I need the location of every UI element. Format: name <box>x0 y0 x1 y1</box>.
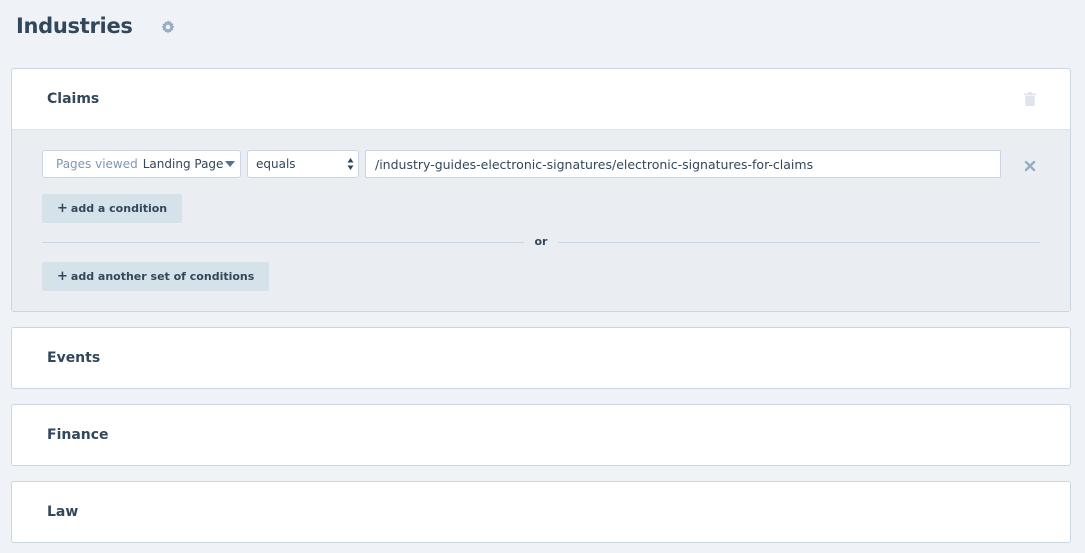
group-card-law: Law <box>11 481 1071 543</box>
plus-icon: + <box>57 201 68 216</box>
group-header-events[interactable]: Events <box>12 328 1070 388</box>
plus-icon: + <box>57 269 68 284</box>
gear-icon[interactable] <box>160 20 175 34</box>
or-divider: or <box>42 235 1040 248</box>
page-header: Industries <box>16 14 175 38</box>
or-label: or <box>534 235 548 248</box>
divider-line <box>558 242 1040 243</box>
trash-icon[interactable] <box>1024 92 1036 106</box>
group-title: Finance <box>47 427 109 443</box>
property-select[interactable]: Pages viewed Landing Page <box>42 150 241 178</box>
property-value: Landing Page <box>142 157 224 171</box>
group-card-finance: Finance <box>11 404 1071 466</box>
group-header-claims[interactable]: Claims <box>12 69 1070 129</box>
select-arrows-icon <box>347 158 354 170</box>
group-title: Claims <box>47 91 100 107</box>
group-card-claims: Claims Pages viewed Landing Page equals <box>11 68 1071 312</box>
property-prefix: Pages viewed <box>56 157 138 171</box>
group-card-events: Events <box>11 327 1071 389</box>
group-title: Events <box>47 350 101 366</box>
group-title: Law <box>47 504 79 520</box>
add-condition-button[interactable]: + add a condition <box>42 194 183 223</box>
operator-select[interactable]: equals <box>247 150 359 178</box>
caret-down-icon <box>225 161 235 167</box>
conditions-panel: Pages viewed Landing Page equals + add a… <box>12 129 1070 311</box>
condition-value-input[interactable] <box>365 150 1001 178</box>
operator-value: equals <box>256 157 296 171</box>
page-title: Industries <box>16 14 133 38</box>
add-condition-set-label: add another set of conditions <box>70 270 255 283</box>
close-icon[interactable] <box>1024 157 1036 172</box>
group-header-law[interactable]: Law <box>12 482 1070 542</box>
add-condition-set-button[interactable]: + add another set of conditions <box>42 262 270 291</box>
divider-line <box>42 242 524 243</box>
add-condition-label: add a condition <box>70 202 168 215</box>
group-header-finance[interactable]: Finance <box>12 405 1070 465</box>
